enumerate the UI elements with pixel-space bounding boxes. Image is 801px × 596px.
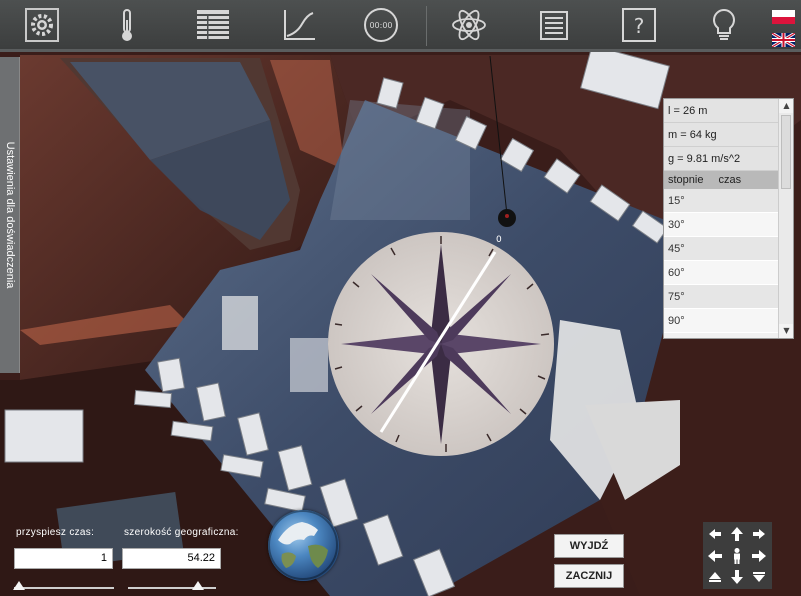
table-row: 15° [664,189,778,213]
look-up-icon[interactable] [705,567,725,587]
scroll-thumb[interactable] [781,115,791,189]
compass-zero-label: 0 [496,235,502,245]
top-toolbar: 00:00 ? [0,0,801,52]
svg-text:?: ? [634,14,645,38]
help-icon[interactable]: ? [619,6,659,44]
settings-gear-icon[interactable] [22,6,62,44]
speed-label: przyspiesz czas: [16,527,95,538]
toolbar-separator [426,6,427,46]
header-time: czas [718,174,742,186]
table-row: 30° [664,213,778,237]
table-icon[interactable] [193,6,233,44]
look-down-icon[interactable] [749,567,769,587]
scroll-down-icon[interactable]: ▼ [779,324,793,338]
move-left-icon[interactable] [705,546,725,566]
uk-flag-icon[interactable] [771,31,796,49]
chart-axes-icon[interactable] [279,6,319,44]
svg-text:00:00: 00:00 [369,21,392,30]
table-header: stopnie czas [664,171,778,189]
gravity-param: g = 9.81 m/s^2 [664,147,778,171]
person-view-icon[interactable] [727,546,747,566]
speed-slider-track[interactable] [14,587,114,589]
latitude-slider-thumb[interactable] [192,581,204,590]
measurement-panel: l = 26 m m = 64 kg g = 9.81 m/s^2 stopni… [663,98,794,339]
length-param: l = 26 m [664,99,778,123]
pl-flag-icon[interactable] [772,9,795,24]
move-forward-icon[interactable] [727,524,747,544]
document-icon[interactable] [534,6,574,44]
table-row: 60° [664,261,778,285]
atom-icon[interactable] [449,6,489,44]
globe-icon[interactable] [268,510,339,581]
speed-slider-thumb[interactable] [13,581,25,590]
angle-rows: 15° 30° 45° 60° 75° 90° [664,189,793,333]
table-row: 45° [664,237,778,261]
lightbulb-icon[interactable] [704,6,744,44]
table-row: 75° [664,285,778,309]
camera-control-pad [703,522,772,589]
move-right-icon[interactable] [749,546,769,566]
panel-scrollbar[interactable]: ▲ ▼ [778,99,793,338]
rotate-left-icon[interactable] [705,524,725,544]
latitude-label: szerokość geograficzna: [124,527,239,538]
exit-button[interactable]: WYJDŹ [554,534,624,558]
thermometer-icon[interactable] [107,6,147,44]
side-tab-label: Ustawienia dla doświadczenia [3,141,16,289]
mass-param: m = 64 kg [664,123,778,147]
speed-input[interactable]: 1 [14,548,113,569]
header-degrees: stopnie [668,174,704,186]
move-backward-icon[interactable] [727,567,747,587]
start-button[interactable]: ZACZNIJ [554,564,624,588]
experiment-settings-tab[interactable]: Ustawienia dla doświadczenia [0,57,20,373]
latitude-input[interactable]: 54.22 [122,548,221,569]
rotate-right-icon[interactable] [749,524,769,544]
scroll-up-icon[interactable]: ▲ [779,99,793,113]
stopwatch-icon[interactable]: 00:00 [361,6,401,44]
table-row: 90° [664,309,778,333]
